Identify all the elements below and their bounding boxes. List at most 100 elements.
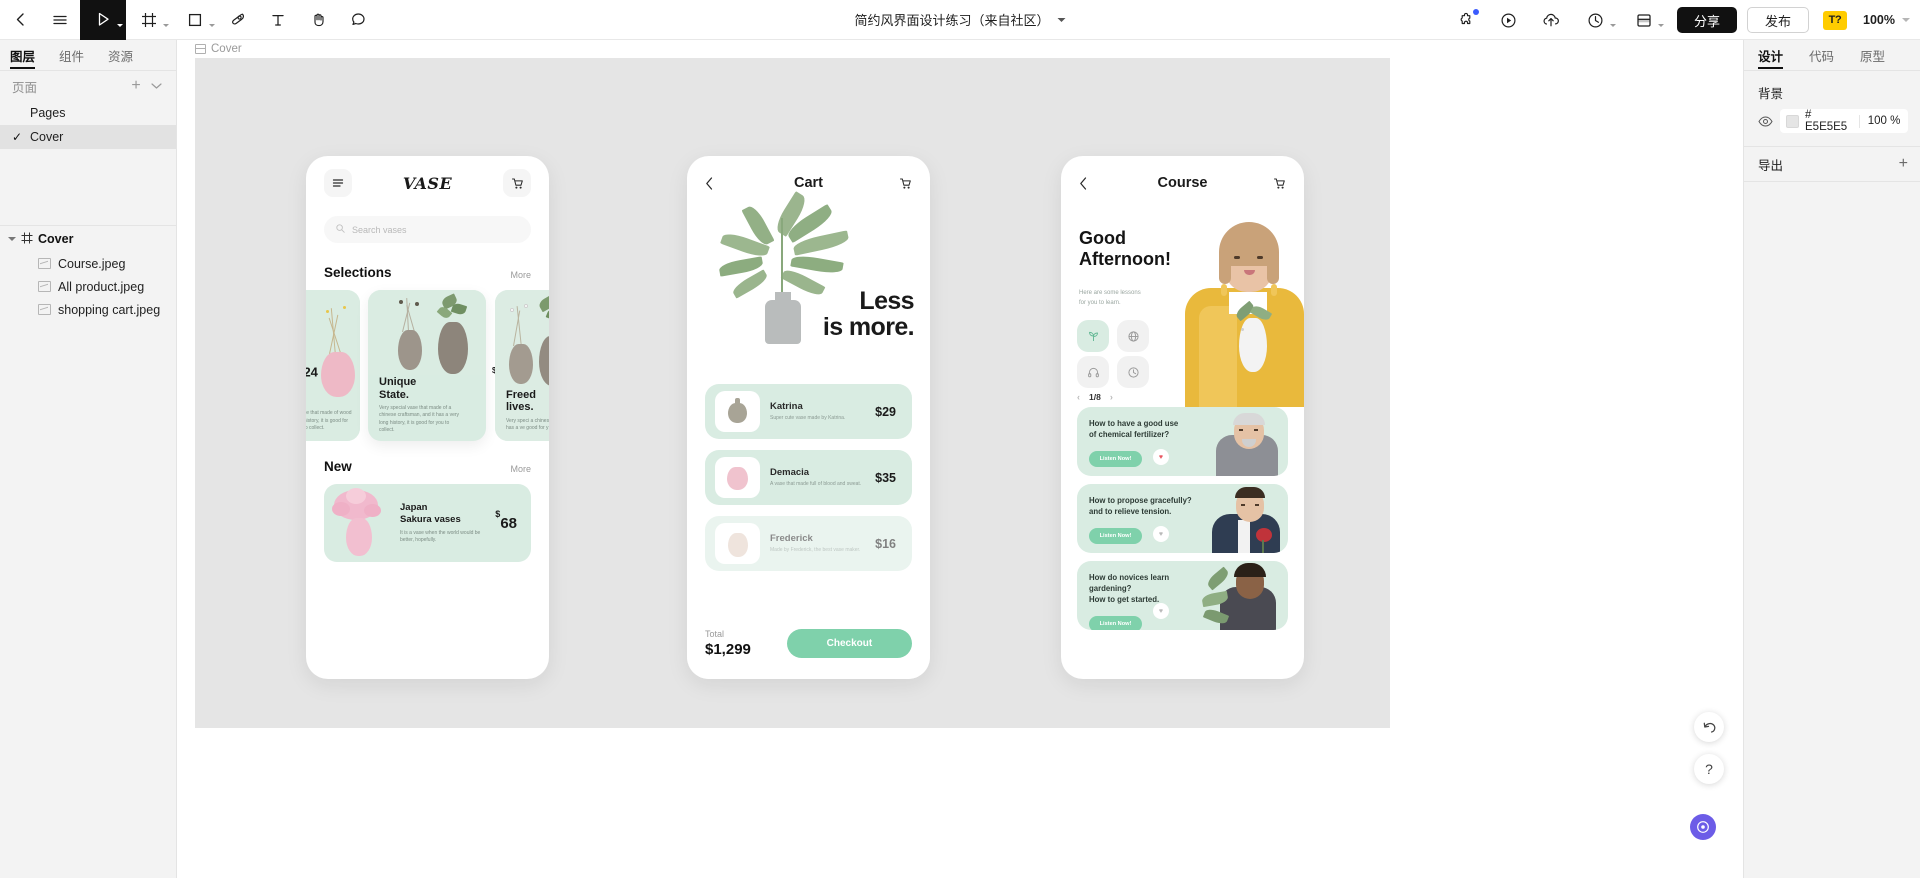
cart-hero: Less is more. — [687, 191, 930, 384]
search-input[interactable]: Search vases — [324, 216, 531, 243]
canvas-area[interactable]: Cover VASE Search vases Selections More … — [177, 40, 1743, 878]
headphones-icon[interactable] — [1077, 356, 1109, 388]
pen-tool-icon[interactable] — [218, 0, 258, 40]
undo-button[interactable] — [1694, 712, 1724, 742]
back-icon[interactable] — [705, 176, 725, 190]
publish-button[interactable]: 发布 — [1747, 7, 1810, 33]
phone-mockup-cart[interactable]: Cart Less is more. Katrina Super cute va… — [687, 156, 930, 679]
lesson-card[interactable]: How do novices learn gardening? How to g… — [1077, 561, 1288, 630]
comment-tool-icon[interactable] — [338, 0, 378, 40]
heart-icon[interactable]: ♥ — [1153, 603, 1169, 619]
clock-icon[interactable] — [1117, 356, 1149, 388]
cart-item[interactable]: Demacia A vase that made full of blood a… — [705, 450, 912, 505]
shape-tool-icon[interactable] — [172, 0, 218, 40]
section-more-link[interactable]: More — [510, 270, 531, 280]
help-button[interactable]: ? — [1694, 754, 1724, 784]
frame-icon — [21, 232, 33, 247]
phone-mockup-course[interactable]: Course Good Afternoon! Here are some les… — [1061, 156, 1304, 679]
color-swatch[interactable] — [1786, 114, 1799, 128]
tab-components[interactable]: 组件 — [59, 40, 84, 70]
plant-icon[interactable] — [1077, 320, 1109, 352]
layout-caret[interactable] — [1657, 24, 1664, 27]
history-icon[interactable] — [1573, 0, 1619, 40]
artboard-cover[interactable]: VASE Search vases Selections More 24 e t… — [195, 58, 1390, 728]
layer-item-shopping-cart[interactable]: shopping cart.jpeg — [0, 298, 176, 321]
document-title[interactable]: 简约风界面设计练习（来自社区） — [854, 10, 1066, 29]
lesson-text: How to propose gracefully? and to reliev… — [1077, 484, 1210, 553]
expand-arrow-icon[interactable] — [8, 237, 16, 241]
fill-hex-input[interactable]: # E5E5E5 — [1805, 109, 1853, 133]
cart-footer: Total $1,299 Checkout — [687, 607, 930, 679]
price-value: 68 — [500, 515, 517, 532]
tab-layers[interactable]: 图层 — [10, 40, 36, 70]
cart-item[interactable]: Frederick Made by Frederick, the best va… — [705, 516, 912, 571]
add-export-icon[interactable]: + — [1899, 155, 1908, 173]
cart-icon[interactable] — [503, 169, 531, 197]
page-item-pages[interactable]: Pages — [0, 101, 176, 125]
menu-icon[interactable] — [324, 169, 352, 197]
visibility-eye-icon[interactable] — [1756, 115, 1774, 127]
tab-assets[interactable]: 资源 — [108, 40, 133, 70]
phone-mockup-shop[interactable]: VASE Search vases Selections More 24 e t… — [306, 156, 549, 679]
menu-icon[interactable] — [40, 0, 80, 40]
tab-code[interactable]: 代码 — [1809, 40, 1834, 70]
layer-item-all-product[interactable]: All product.jpeg — [0, 275, 176, 298]
lesson-card[interactable]: How to propose gracefully? and to reliev… — [1077, 484, 1288, 553]
pager-prev-button[interactable]: ‹ — [1077, 392, 1080, 402]
chevron-down-icon[interactable] — [146, 76, 166, 96]
fill-color-control[interactable]: # E5E5E5 100 % — [1780, 109, 1908, 133]
frame-tool-icon[interactable] — [126, 0, 172, 40]
move-tool-caret[interactable] — [117, 23, 123, 27]
chevron-down-icon[interactable] — [1057, 17, 1066, 22]
plugin-icon[interactable] — [1447, 0, 1487, 40]
frame-tool-caret[interactable] — [163, 23, 169, 27]
play-icon[interactable] — [1489, 0, 1529, 40]
ai-assistant-button[interactable] — [1690, 814, 1716, 840]
cart-icon[interactable] — [892, 177, 912, 190]
cart-icon[interactable] — [1266, 177, 1286, 190]
back-icon[interactable] — [1079, 176, 1099, 190]
heart-icon[interactable]: ♥ — [1153, 449, 1169, 465]
lesson-card[interactable]: How to have a good use of chemical ferti… — [1077, 407, 1288, 476]
new-product-card[interactable]: Japan Sakura vases It is a vase when the… — [324, 484, 531, 562]
zoom-chevron-down-icon[interactable] — [1902, 18, 1910, 22]
move-tool-icon[interactable] — [80, 0, 126, 40]
listen-now-button[interactable]: Listen Now! — [1089, 528, 1142, 545]
listen-now-button[interactable]: Listen Now! — [1089, 451, 1142, 468]
product-card[interactable]: Unique State. Very special vase that made… — [368, 290, 486, 441]
cart-item[interactable]: Katrina Super cute vase made by Katrina.… — [705, 384, 912, 439]
heart-icon[interactable]: ♥ — [1153, 526, 1169, 542]
section-more-link[interactable]: More — [510, 464, 531, 474]
hand-tool-icon[interactable] — [298, 0, 338, 40]
cart-item-info: Katrina Super cute vase made by Katrina. — [770, 401, 865, 422]
history-caret[interactable] — [1609, 24, 1616, 27]
search-icon — [336, 224, 345, 235]
layer-group-cover[interactable]: Cover — [0, 226, 176, 252]
tab-design[interactable]: 设计 — [1758, 40, 1784, 70]
back-icon[interactable] — [0, 0, 40, 40]
course-header: Course — [1061, 156, 1304, 210]
listen-now-button[interactable]: Listen Now! — [1089, 616, 1142, 630]
layout-panel-icon[interactable] — [1621, 0, 1667, 40]
text-tool-icon[interactable] — [258, 0, 298, 40]
share-button[interactable]: 分享 — [1676, 7, 1737, 33]
add-page-icon[interactable]: + — [126, 76, 146, 96]
globe-icon[interactable] — [1117, 320, 1149, 352]
lesson-text: How to have a good use of chemical ferti… — [1077, 407, 1210, 476]
pager-next-button[interactable]: › — [1110, 392, 1113, 402]
tab-prototype[interactable]: 原型 — [1860, 40, 1885, 70]
artboard-label[interactable]: Cover — [195, 40, 242, 58]
selections-carousel[interactable]: $24 A vase that made of wood and history… — [306, 290, 549, 441]
page-item-cover[interactable]: ✓ Cover — [0, 125, 176, 149]
layer-item-course[interactable]: Course.jpeg — [0, 252, 176, 275]
zoom-control[interactable]: 100% — [1863, 13, 1910, 27]
product-card[interactable]: Freedlives. Very speci a chinese it has … — [495, 290, 549, 441]
cloud-upload-icon[interactable] — [1531, 0, 1571, 40]
status-badge[interactable]: T? — [1823, 10, 1848, 30]
shape-tool-caret[interactable] — [209, 23, 215, 27]
fill-opacity-input[interactable]: 100 % — [1866, 115, 1902, 127]
lesson-photo — [1202, 561, 1288, 630]
cart-total-label: Total — [705, 628, 725, 639]
checkout-button[interactable]: Checkout — [786, 628, 912, 658]
product-card[interactable]: $24 A vase that made of wood and history… — [306, 290, 360, 441]
